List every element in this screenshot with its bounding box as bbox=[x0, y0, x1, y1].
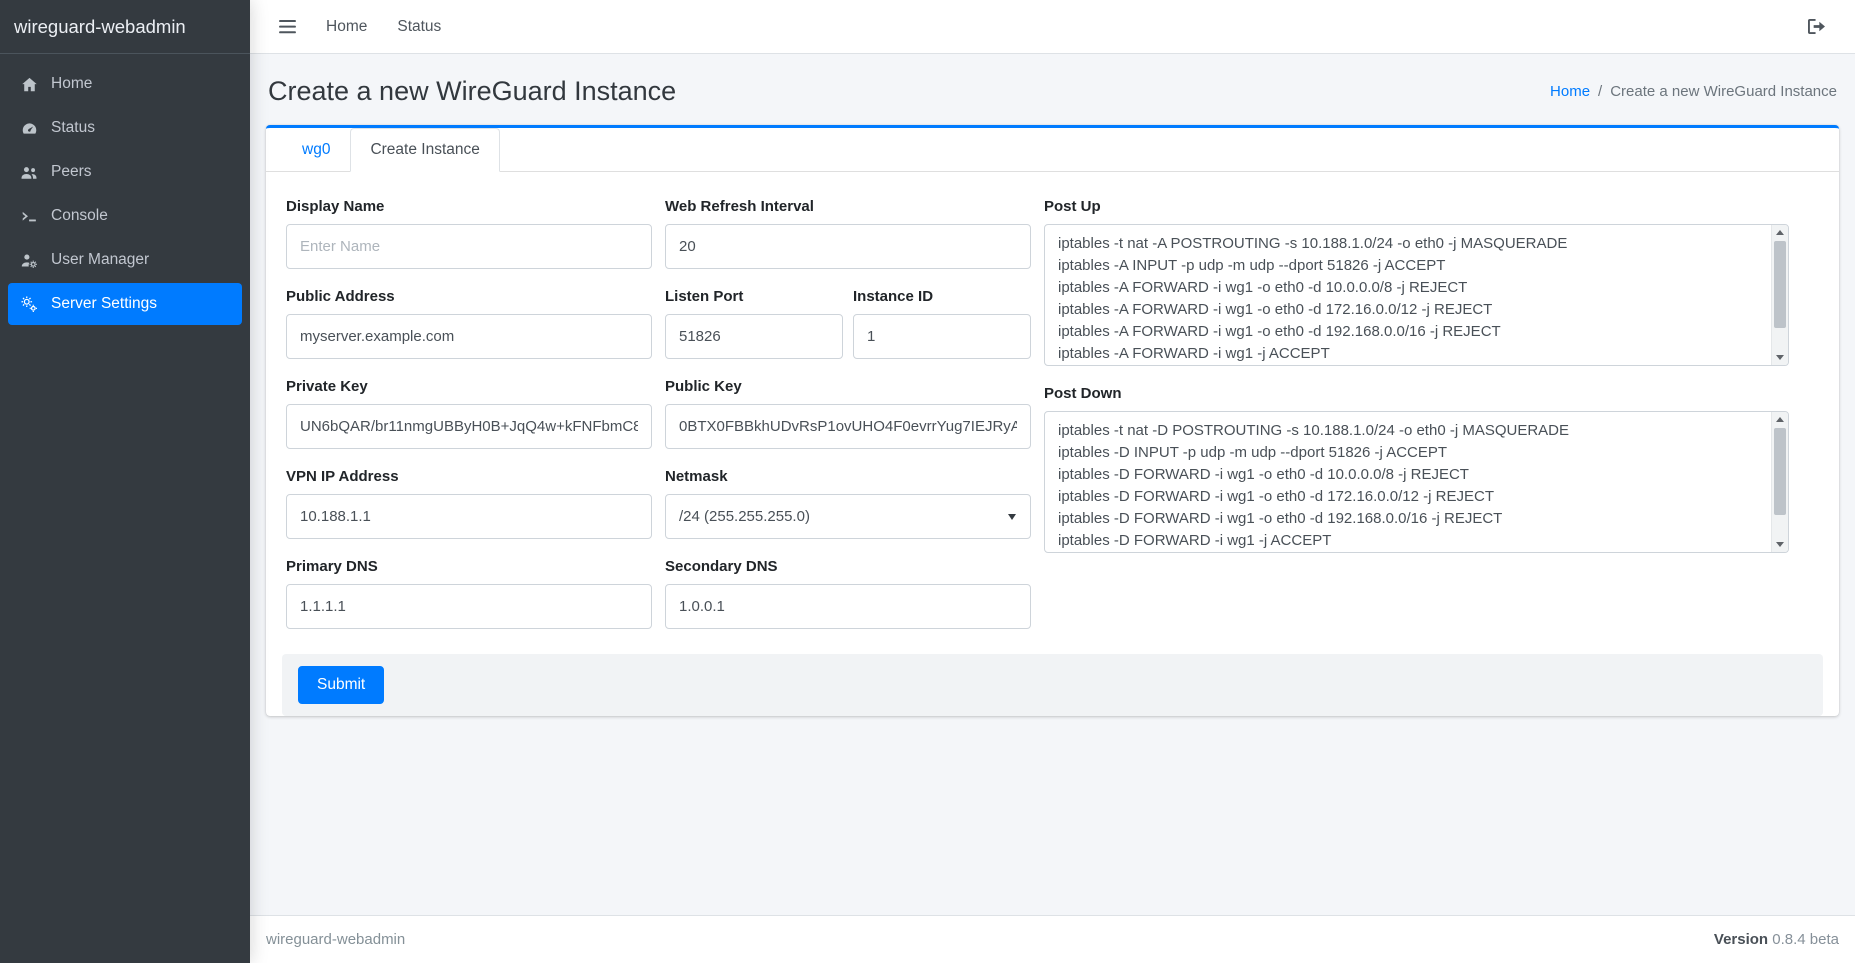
content-area: Create a new WireGuard Instance Home / C… bbox=[250, 54, 1855, 915]
sidebar-item-label: User Manager bbox=[51, 251, 149, 269]
post-up-textarea-box: iptables -t nat -A POSTROUTING -s 10.188… bbox=[1044, 224, 1789, 366]
scroll-up-icon[interactable] bbox=[1772, 412, 1788, 427]
post-down-label: Post Down bbox=[1044, 385, 1789, 402]
scrollbar-thumb[interactable] bbox=[1774, 428, 1786, 515]
top-navbar: Home Status bbox=[250, 0, 1855, 54]
web-refresh-input[interactable] bbox=[665, 224, 1031, 269]
sidebar-item-label: Home bbox=[51, 75, 92, 93]
navbar-left: Home Status bbox=[264, 9, 456, 45]
netmask-select-wrap: /24 (255.255.255.0) bbox=[665, 494, 1031, 539]
display-name-input[interactable] bbox=[286, 224, 652, 269]
post-down-scrollbar[interactable] bbox=[1771, 412, 1788, 552]
public-key-label: Public Key bbox=[665, 378, 1031, 395]
vpn-ip-label: VPN IP Address bbox=[286, 468, 652, 485]
peers-icon bbox=[18, 164, 40, 181]
scroll-down-icon[interactable] bbox=[1772, 537, 1788, 552]
home-icon bbox=[18, 76, 40, 93]
breadcrumb: Home / Create a new WireGuard Instance bbox=[1550, 83, 1837, 100]
form-column-right: Post Up iptables -t nat -A POSTROUTING -… bbox=[1044, 198, 1789, 572]
instance-id-label: Instance ID bbox=[853, 288, 1031, 305]
version-text: Version 0.8.4 beta bbox=[1714, 931, 1839, 948]
public-key-input[interactable] bbox=[665, 404, 1031, 449]
brand-link[interactable]: wireguard-webadmin bbox=[0, 0, 250, 54]
web-refresh-label: Web Refresh Interval bbox=[665, 198, 1031, 215]
post-up-label: Post Up bbox=[1044, 198, 1789, 215]
navbar-link-status[interactable]: Status bbox=[382, 9, 456, 45]
private-key-input[interactable] bbox=[286, 404, 652, 449]
navbar-link-home[interactable]: Home bbox=[311, 9, 382, 45]
post-down-textarea-box: iptables -t nat -D POSTROUTING -s 10.188… bbox=[1044, 411, 1789, 553]
netmask-label: Netmask bbox=[665, 468, 1031, 485]
breadcrumb-current: Create a new WireGuard Instance bbox=[1610, 83, 1837, 100]
submit-button[interactable]: Submit bbox=[298, 666, 384, 704]
primary-dns-input[interactable] bbox=[286, 584, 652, 629]
netmask-select[interactable]: /24 (255.255.255.0) bbox=[665, 494, 1031, 539]
sidebar-item-peers[interactable]: Peers bbox=[8, 151, 242, 193]
status-icon bbox=[18, 120, 40, 137]
public-address-input[interactable] bbox=[286, 314, 652, 359]
sidebar-item-label: Server Settings bbox=[51, 295, 157, 313]
private-key-label: Private Key bbox=[286, 378, 652, 395]
sidebar-item-user-manager[interactable]: User Manager bbox=[8, 239, 242, 281]
breadcrumb-home-link[interactable]: Home bbox=[1550, 83, 1590, 100]
page-footer: wireguard-webadmin Version 0.8.4 beta bbox=[250, 915, 1855, 963]
post-up-scrollbar[interactable] bbox=[1771, 225, 1788, 365]
vpn-ip-input[interactable] bbox=[286, 494, 652, 539]
app-root: wireguard-webadmin Home Status Peers bbox=[0, 0, 1855, 963]
sidebar: wireguard-webadmin Home Status Peers bbox=[0, 0, 250, 963]
content-header: Create a new WireGuard Instance Home / C… bbox=[266, 70, 1839, 125]
breadcrumb-separator: / bbox=[1598, 83, 1602, 100]
sidebar-toggle-button[interactable] bbox=[264, 10, 311, 43]
sidebar-item-label: Console bbox=[51, 207, 108, 225]
scroll-down-icon[interactable] bbox=[1772, 350, 1788, 365]
post-up-textarea[interactable]: iptables -t nat -A POSTROUTING -s 10.188… bbox=[1045, 225, 1771, 365]
hamburger-icon bbox=[279, 19, 296, 34]
tab-wg0[interactable]: wg0 bbox=[282, 128, 350, 172]
public-address-label: Public Address bbox=[286, 288, 652, 305]
instance-card: wg0 Create Instance Display Name Public … bbox=[266, 125, 1839, 716]
footer-brand: wireguard-webadmin bbox=[266, 931, 405, 948]
listen-port-input[interactable] bbox=[665, 314, 843, 359]
listen-port-label: Listen Port bbox=[665, 288, 843, 305]
submit-band: Submit bbox=[282, 654, 1823, 716]
page-title: Create a new WireGuard Instance bbox=[268, 76, 676, 107]
card-header: wg0 Create Instance bbox=[266, 128, 1839, 172]
user-manager-icon bbox=[18, 252, 40, 269]
sidebar-item-console[interactable]: Console bbox=[8, 195, 242, 237]
sidebar-nav: Home Status Peers Console bbox=[0, 54, 250, 336]
instance-id-input[interactable] bbox=[853, 314, 1031, 359]
instance-tabs: wg0 Create Instance bbox=[282, 128, 1823, 171]
sign-out-icon bbox=[1807, 18, 1826, 35]
secondary-dns-input[interactable] bbox=[665, 584, 1031, 629]
sidebar-item-label: Status bbox=[51, 119, 95, 137]
logout-button[interactable] bbox=[1792, 9, 1841, 44]
sidebar-item-home[interactable]: Home bbox=[8, 63, 242, 105]
post-down-textarea[interactable]: iptables -t nat -D POSTROUTING -s 10.188… bbox=[1045, 412, 1771, 552]
scrollbar-thumb[interactable] bbox=[1774, 241, 1786, 328]
form-column-left: Display Name Public Address Private Key bbox=[286, 198, 652, 648]
scroll-up-icon[interactable] bbox=[1772, 225, 1788, 240]
primary-dns-label: Primary DNS bbox=[286, 558, 652, 575]
console-icon bbox=[18, 208, 40, 225]
tab-create-instance[interactable]: Create Instance bbox=[350, 128, 499, 172]
server-settings-icon bbox=[18, 295, 40, 313]
secondary-dns-label: Secondary DNS bbox=[665, 558, 1031, 575]
form-column-middle: Web Refresh Interval Listen Port Instanc… bbox=[665, 198, 1031, 648]
sidebar-item-status[interactable]: Status bbox=[8, 107, 242, 149]
sidebar-item-server-settings[interactable]: Server Settings bbox=[8, 283, 242, 325]
port-id-row: Listen Port Instance ID bbox=[665, 288, 1031, 378]
display-name-label: Display Name bbox=[286, 198, 652, 215]
sidebar-item-label: Peers bbox=[51, 163, 92, 181]
main-column: Home Status Create a new WireGuard Insta… bbox=[250, 0, 1855, 963]
instance-form: Display Name Public Address Private Key bbox=[266, 172, 1839, 650]
